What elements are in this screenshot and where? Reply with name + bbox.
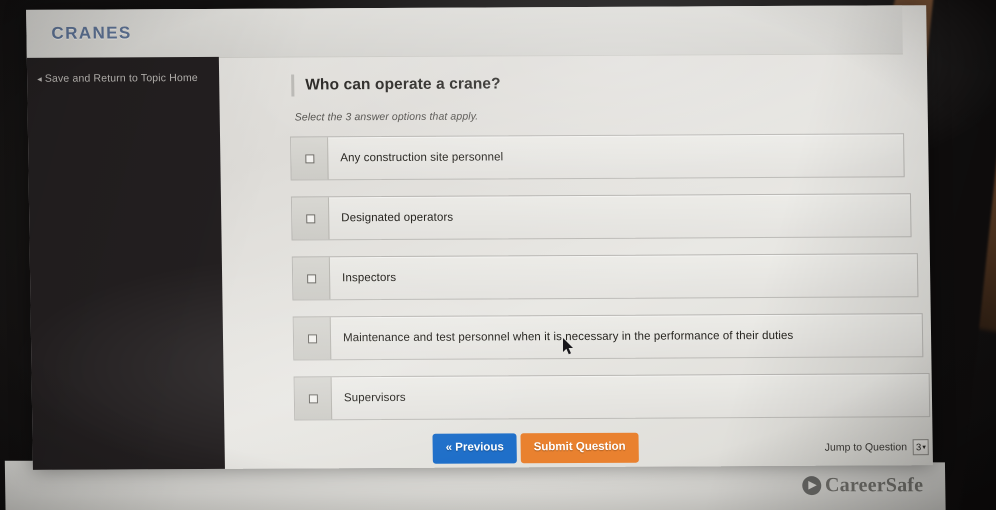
jump-to-question-label: Jump to Question [824,441,908,454]
checkbox-icon[interactable] [307,333,317,343]
answer-checkbox-cell[interactable] [291,197,330,240]
careersafe-logo: ▶ CareerSafe [801,474,924,497]
previous-button[interactable]: « Previous [432,433,518,464]
answer-option-label: Inspectors [342,271,397,285]
answer-option[interactable]: Designated operators [290,193,912,241]
answer-option[interactable]: Supervisors [293,373,931,421]
answer-option-label: Any construction site personnel [340,151,504,165]
page-title: CRANES [51,23,132,43]
question-heading: Who can operate a crane? [291,73,501,97]
screen-page: ▶ CareerSafe CRANES ◂ Save and Return to … [4,0,946,510]
answer-option[interactable]: Inspectors [291,253,919,301]
answer-option-label: Supervisors [343,391,406,405]
jump-to-question-value: 3 [915,441,922,453]
answer-checkbox-cell[interactable] [294,377,333,420]
answer-option[interactable]: Maintenance and test personnel when it i… [292,313,924,361]
question-accent-bar [291,74,295,97]
answer-option-label: Designated operators [341,211,454,225]
careersafe-arrow-icon: ▶ [801,476,822,496]
checkbox-icon[interactable] [305,213,315,223]
answer-option-label: Maintenance and test personnel when it i… [342,329,794,345]
question-text: Who can operate a crane? [305,75,501,94]
checkbox-icon[interactable] [304,153,314,163]
jump-to-question: Jump to Question 3 ▾ [825,439,929,456]
answer-option[interactable]: Any construction site personnel [290,133,905,181]
sidebar-item-label: Save and Return to Topic Home [44,72,198,85]
jump-to-question-select[interactable]: 3 ▾ [912,439,929,456]
sidebar-item-save-and-return[interactable]: ◂ Save and Return to Topic Home [37,72,217,85]
careersafe-wordmark: CareerSafe [824,474,924,497]
checkbox-icon[interactable] [306,273,316,283]
question-content: Who can operate a crane? Select the 3 an… [219,53,933,469]
question-instruction: Select the 3 answer options that apply. [294,110,479,124]
submit-question-button[interactable]: Submit Question [520,432,639,463]
answer-checkbox-cell[interactable] [291,137,329,180]
topbar: CRANES [26,5,903,59]
answer-checkbox-cell[interactable] [293,317,332,360]
checkbox-icon[interactable] [308,393,318,403]
course-page-card: CRANES ◂ Save and Return to Topic Home Wh… [26,5,933,470]
photo-stage: ▶ CareerSafe CRANES ◂ Save and Return to … [0,0,996,510]
chevron-down-icon: ▾ [922,443,926,451]
question-controls: « Previous Submit Question Jump to Quest… [224,431,933,475]
answer-checkbox-cell[interactable] [292,257,331,300]
sidebar: ◂ Save and Return to Topic Home [26,56,225,470]
chevron-left-icon: ◂ [37,73,42,84]
answer-options-list: Any construction site personnel Designat… [290,133,936,436]
